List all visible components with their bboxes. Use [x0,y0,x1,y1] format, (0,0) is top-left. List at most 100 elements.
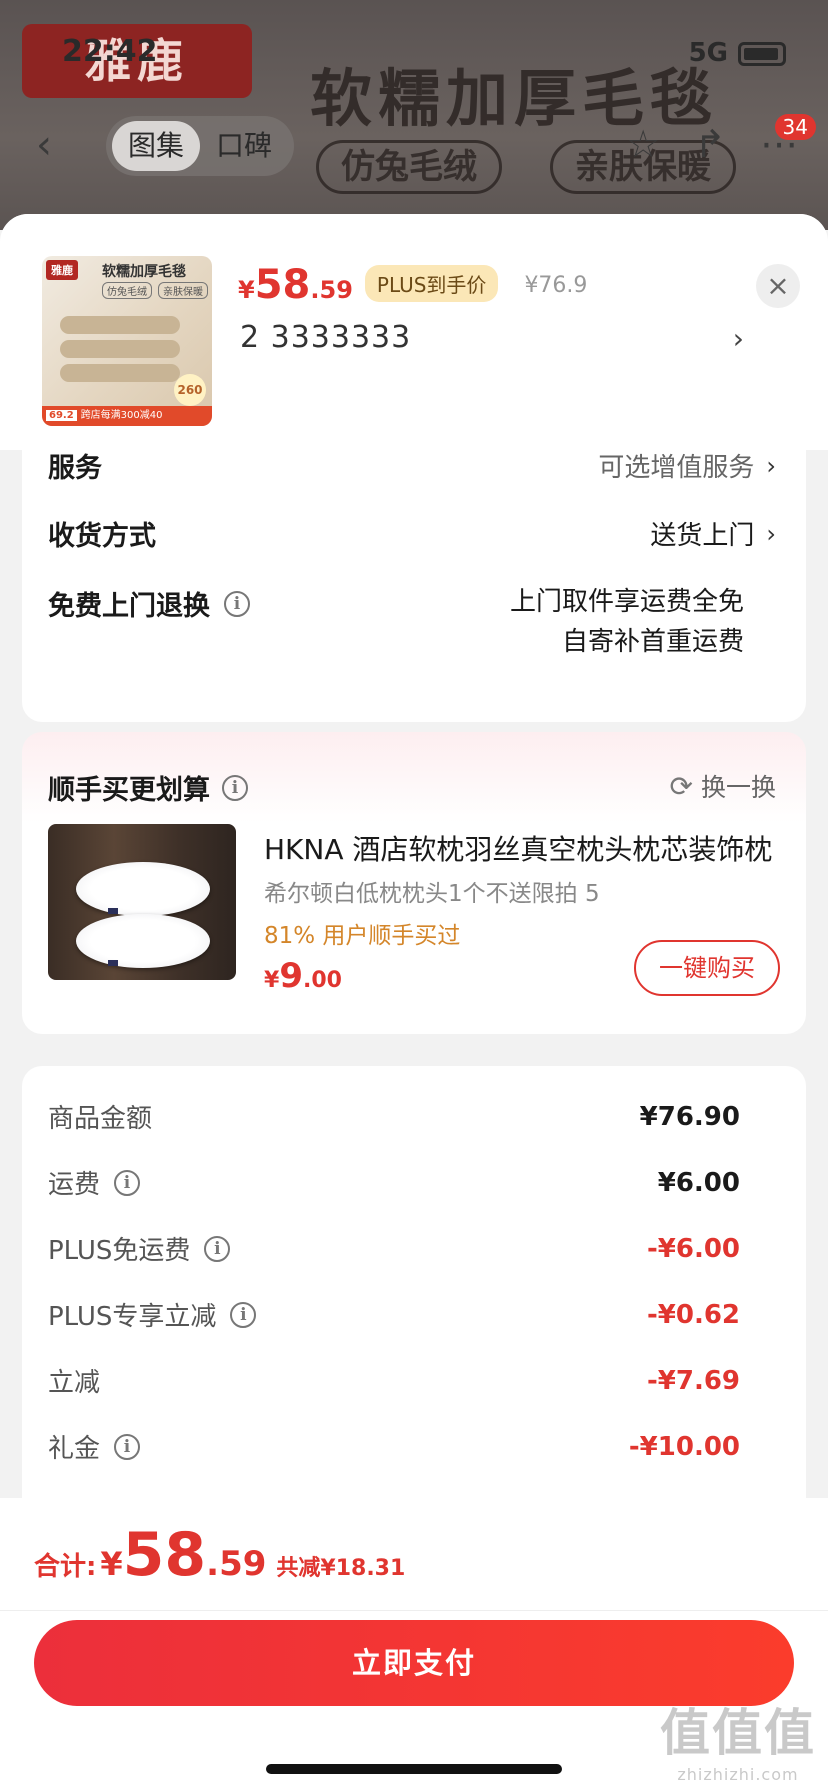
service-value-text: 可选增值服务 [598,453,755,483]
thumbnail-gsm-badge: 260 [174,374,206,406]
service-row[interactable]: 服务 可选增值服务 › [48,446,776,485]
battery-icon [738,42,786,66]
fee-row: 运费 i ¥6.00 [48,1164,740,1201]
add-on-price-decimal: .00 [302,968,342,993]
fee-value: ¥76.90 [639,1101,740,1132]
original-price: ¥76.9 [524,273,588,298]
add-on-recommendation-card: 顺手买更划算 i ⟳ 换一换 HKNA 酒店软枕羽丝真空枕头枕芯装饰枕 希尔顿白… [22,732,806,1034]
watermark-url: zhizhizhi.com [677,1765,799,1784]
add-on-title-wrap: 顺手买更划算 i [48,768,248,807]
price-breakdown-card: 商品金额 ¥76.90 运费 i ¥6.00 PLUS免运费 i -¥6.00 PL… [22,1066,806,1526]
fee-label-text: 运费 [48,1170,101,1200]
thumbnail-tag: 仿兔毛绒 [102,282,152,299]
info-icon[interactable]: i [224,590,250,617]
close-icon[interactable]: × [756,264,800,308]
tab-gallery[interactable]: 图集 [112,121,201,171]
tab-reviews[interactable]: 口碑 [200,121,288,171]
info-icon[interactable]: i [114,1169,141,1196]
thumbnail-bar-text: 跨店每满300减40 [80,410,163,421]
info-icon[interactable]: i [222,774,248,801]
free-return-details: 上门取件享运费全免 自寄补首重运费 [510,582,744,662]
home-indicator[interactable] [266,1764,562,1774]
service-label: 服务 [48,453,102,484]
fee-label: 立减 [48,1362,100,1399]
price-decimal: .59 [310,276,353,304]
thumbnail-tag: 亲肤保暖 [158,282,208,299]
fee-row: PLUS专享立减 i -¥0.62 [48,1296,740,1333]
info-icon[interactable]: i [114,1433,141,1460]
cart-count-badge: 34 [774,114,816,140]
fee-row: 礼金 i -¥10.00 [48,1428,740,1465]
network-label: 5G [688,38,728,68]
delivery-method-row[interactable]: 收货方式 送货上门 › [48,514,776,553]
fee-label: 商品金额 [48,1098,152,1135]
total-decimal: .59 [206,1544,267,1584]
add-on-purchase-rate: 81% 用户顺手买过 [264,923,461,949]
footer-divider [0,1610,828,1611]
price-integer: 58 [254,262,311,308]
favorite-icon[interactable]: ☆ [626,122,660,166]
media-tabs: 图集 口碑 [106,116,295,176]
product-price: ¥ 58 .59 PLUS到手价 ¥76.9 [238,262,587,308]
delivery-method-text: 送货上门 [650,521,755,551]
delivery-method-value: 送货上门 › [650,515,776,552]
fee-label-text: 商品金额 [48,1104,153,1134]
add-on-title: 顺手买更划算 [48,775,210,806]
total-label: 合计: [34,1552,97,1582]
product-thumbnail[interactable]: 雅鹿 软糯加厚毛毯 仿兔毛绒 亲肤保暖 260 69.2 跨店每满300减40 [42,256,212,426]
add-on-product-name[interactable]: HKNA 酒店软枕羽丝真空枕头枕芯装饰枕 [264,828,774,868]
chevron-right-icon: › [766,451,776,480]
pillow-label-tag [108,960,118,966]
status-time: 22:42 [62,34,158,69]
fee-label-text: PLUS免运费 [48,1236,191,1266]
fee-label-text: PLUS专享立减 [48,1302,217,1332]
service-value: 可选增值服务 › [598,447,776,484]
product-page-background: 雅鹿 软糯加厚毛毯 仿兔毛绒 亲肤保暖 22:42 5G ‹ 图集 口碑 ☆ ↱… [0,0,828,230]
free-return-line: 自寄补首重运费 [561,627,744,657]
swap-button[interactable]: ⟳ 换一换 [670,768,776,804]
thumbnail-bar-price: 69.2 [46,410,77,421]
fee-value: -¥0.62 [646,1299,740,1330]
fee-value: -¥6.00 [646,1233,740,1264]
site-watermark: 值值值 zhizhizhi.com [660,1693,816,1784]
selected-spec[interactable]: 2 3333333 [240,320,411,355]
free-return-line: 上门取件享运费全免 [509,587,744,617]
checkout-footer: 合计: ¥ 58 .59 共减¥18.31 立即支付 值值值 zhizhizhi… [0,1498,828,1792]
fee-row: 立减 -¥7.69 [48,1362,740,1399]
add-on-price-symbol: ¥ [264,968,280,993]
watermark-logo: 值值值 [660,1704,816,1762]
pillow-label-tag [108,908,118,914]
fee-value: -¥7.69 [646,1365,740,1396]
info-icon[interactable]: i [204,1235,231,1262]
fee-label: PLUS免运费 i [48,1230,231,1267]
total-integer: 58 [122,1520,207,1590]
free-return-label-wrap: 免费上门退换 i [48,584,250,623]
info-icon[interactable]: i [230,1301,257,1328]
share-icon[interactable]: ↱ [694,122,726,166]
blanket-texture [60,364,180,382]
delivery-services-card: 服务 可选增值服务 › 收货方式 送货上门 › 免费上门退换 i 上门取件享运费… [22,432,806,722]
fee-row: 商品金额 ¥76.90 [48,1098,740,1135]
thumbnail-promo-bar: 69.2 跨店每满300减40 [42,406,212,426]
product-summary: 雅鹿 软糯加厚毛毯 仿兔毛绒 亲肤保暖 260 69.2 跨店每满300减40 ¥… [0,214,828,450]
total-saving: 共减¥18.31 [276,1556,406,1581]
chevron-right-icon[interactable]: › [733,322,744,355]
fee-label-text: 礼金 [48,1434,101,1464]
checkout-sheet: 雅鹿 软糯加厚毛毯 仿兔毛绒 亲肤保暖 260 69.2 跨店每满300减40 ¥… [0,214,828,1792]
plus-price-tag: PLUS到手价 [364,265,499,302]
add-on-product-subtitle: 希尔顿白低枕枕头1个不送限拍 5 [264,881,600,907]
order-total: 合计: ¥ 58 .59 共减¥18.31 [34,1520,405,1590]
fee-value: -¥10.00 [628,1431,740,1462]
fee-label: 礼金 i [48,1428,141,1465]
pillow-image[interactable] [48,824,236,980]
free-return-row: 免费上门退换 i 上门取件享运费全免 自寄补首重运费 [48,582,744,662]
back-icon[interactable]: ‹ [36,122,52,168]
one-click-buy-button[interactable]: 一键购买 [634,940,780,996]
refresh-icon: ⟳ [669,769,693,803]
pillow-shape [76,914,210,968]
price-symbol: ¥ [238,276,255,304]
blanket-texture [60,316,180,334]
fee-label: 运费 i [48,1164,141,1201]
banner-pill: 仿兔毛绒 [316,140,502,194]
fee-label-text: 立减 [48,1368,101,1398]
